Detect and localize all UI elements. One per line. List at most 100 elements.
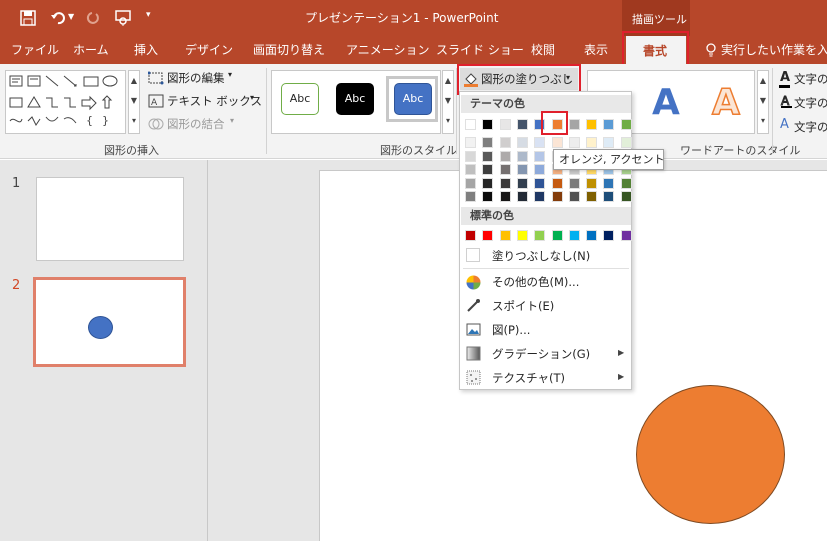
- theme-color-swatch[interactable]: [586, 119, 598, 130]
- customize-qat-icon[interactable]: ▾: [146, 10, 151, 20]
- theme-shade-swatch[interactable]: [516, 191, 528, 202]
- tab-design[interactable]: デザイン: [185, 36, 233, 64]
- theme-shade-swatch[interactable]: [465, 137, 476, 148]
- text-box-dropdown-icon[interactable]: ▾: [250, 93, 254, 102]
- theme-shade-swatch[interactable]: [620, 191, 632, 202]
- theme-shade-swatch[interactable]: [551, 191, 563, 202]
- tab-insert[interactable]: 挿入: [134, 36, 158, 64]
- edit-shape-dropdown-icon[interactable]: ▾: [228, 70, 232, 79]
- theme-shade-swatch[interactable]: [465, 191, 476, 202]
- wordart-preset-orange[interactable]: A: [711, 82, 740, 124]
- text-fill-button[interactable]: 文字の: [794, 71, 827, 87]
- theme-shade-swatch[interactable]: [499, 150, 511, 162]
- theme-color-swatch[interactable]: [620, 119, 632, 130]
- tab-home[interactable]: ホーム: [73, 36, 109, 64]
- theme-shade-swatch[interactable]: [465, 164, 476, 175]
- theme-shade-swatch[interactable]: [499, 137, 511, 148]
- slide-thumbnail-1[interactable]: [36, 177, 184, 261]
- theme-shade-swatch[interactable]: [482, 137, 494, 148]
- no-fill-item[interactable]: 塗りつぶしなし(N): [460, 245, 631, 267]
- shape-style-preset-2[interactable]: Abc: [336, 83, 374, 115]
- standard-color-swatch[interactable]: [586, 230, 598, 241]
- texture-item[interactable]: テクスチャ(T): [460, 367, 631, 389]
- theme-shade-swatch[interactable]: [534, 137, 546, 148]
- theme-shade-swatch[interactable]: [516, 164, 528, 175]
- theme-shade-swatch[interactable]: [551, 137, 563, 148]
- theme-shade-swatch[interactable]: [568, 177, 580, 189]
- theme-shade-swatch[interactable]: [586, 177, 598, 189]
- theme-shade-swatch[interactable]: [586, 191, 598, 202]
- theme-shade-swatch[interactable]: [516, 150, 528, 162]
- shapes-gallery-scroll[interactable]: ▲ ▼ ▾: [128, 70, 140, 134]
- tab-review[interactable]: 校閲: [531, 36, 555, 64]
- selected-circle-shape[interactable]: [636, 385, 785, 524]
- eyedropper-item[interactable]: スポイト(E): [460, 295, 631, 317]
- slide-thumbnail-2[interactable]: [33, 277, 186, 367]
- theme-color-swatch[interactable]: [603, 119, 615, 130]
- standard-color-swatch[interactable]: [620, 230, 632, 241]
- wordart-preset-blue[interactable]: A: [652, 83, 680, 123]
- theme-shade-swatch[interactable]: [482, 191, 494, 202]
- save-icon[interactable]: [20, 10, 36, 26]
- text-box-button[interactable]: テキスト ボックス: [167, 93, 262, 109]
- tell-me-box[interactable]: 実行したい作業を入力: [721, 36, 827, 64]
- theme-shade-swatch[interactable]: [499, 177, 511, 189]
- theme-shade-swatch[interactable]: [620, 137, 632, 148]
- theme-shade-swatch[interactable]: [603, 137, 615, 148]
- theme-shade-swatch[interactable]: [551, 177, 563, 189]
- theme-color-swatch[interactable]: [499, 119, 511, 130]
- text-effects-button[interactable]: 文字の: [794, 119, 827, 135]
- theme-shade-swatch[interactable]: [534, 164, 546, 175]
- standard-color-swatch[interactable]: [551, 230, 563, 241]
- theme-color-swatch[interactable]: [465, 119, 476, 130]
- theme-shade-swatch[interactable]: [516, 177, 528, 189]
- theme-shade-swatch[interactable]: [465, 177, 476, 189]
- standard-color-swatch[interactable]: [568, 230, 580, 241]
- theme-shade-swatch[interactable]: [534, 177, 546, 189]
- shape-styles-scroll[interactable]: ▲ ▼ ▾: [442, 70, 454, 134]
- theme-shade-swatch[interactable]: [499, 164, 511, 175]
- merge-shapes-button[interactable]: 図形の結合: [167, 116, 225, 132]
- theme-shade-swatch[interactable]: [516, 137, 528, 148]
- standard-color-swatch[interactable]: [482, 230, 494, 241]
- theme-shade-swatch[interactable]: [499, 191, 511, 202]
- text-outline-button[interactable]: 文字の: [794, 95, 827, 111]
- standard-color-swatch[interactable]: [534, 230, 546, 241]
- tab-slideshow[interactable]: スライド ショー: [436, 36, 524, 64]
- theme-color-swatch[interactable]: [568, 119, 580, 130]
- present-icon[interactable]: [114, 9, 132, 27]
- theme-color-swatch[interactable]: [482, 119, 494, 130]
- theme-shade-swatch[interactable]: [568, 191, 580, 202]
- undo-icon[interactable]: [50, 10, 66, 26]
- tab-animations[interactable]: アニメーション: [346, 36, 430, 64]
- theme-shade-swatch[interactable]: [586, 137, 598, 148]
- theme-shade-swatch[interactable]: [603, 177, 615, 189]
- more-colors-item[interactable]: その他の色(M)...: [460, 271, 631, 293]
- standard-color-swatch[interactable]: [603, 230, 615, 241]
- theme-shade-swatch[interactable]: [603, 191, 615, 202]
- shape-style-preset-1[interactable]: Abc: [281, 83, 319, 115]
- edit-shape-button[interactable]: 図形の編集: [167, 70, 225, 86]
- redo-icon[interactable]: [84, 10, 100, 26]
- theme-shade-swatch[interactable]: [482, 177, 494, 189]
- theme-shade-swatch[interactable]: [534, 150, 546, 162]
- theme-shade-swatch[interactable]: [568, 137, 580, 148]
- theme-shade-swatch[interactable]: [534, 191, 546, 202]
- shape-style-preset-3[interactable]: Abc: [394, 83, 432, 115]
- standard-color-swatch[interactable]: [516, 230, 528, 241]
- theme-color-swatch[interactable]: [516, 119, 528, 130]
- undo-dropdown-icon[interactable]: ▼: [68, 12, 74, 21]
- theme-shade-swatch[interactable]: [482, 164, 494, 175]
- standard-color-swatch[interactable]: [499, 230, 511, 241]
- shapes-gallery[interactable]: { }: [5, 70, 126, 134]
- picture-fill-item[interactable]: 図(P)...: [460, 319, 631, 341]
- merge-dropdown-icon[interactable]: ▾: [230, 116, 234, 125]
- tab-file[interactable]: ファイル: [11, 36, 59, 64]
- wordart-scroll[interactable]: ▲ ▼ ▾: [757, 70, 769, 134]
- theme-shade-swatch[interactable]: [482, 150, 494, 162]
- standard-color-swatch[interactable]: [465, 230, 476, 241]
- theme-shade-swatch[interactable]: [620, 177, 632, 189]
- theme-shade-swatch[interactable]: [465, 150, 476, 162]
- gradient-item[interactable]: グラデーション(G): [460, 343, 631, 365]
- tab-view[interactable]: 表示: [584, 36, 608, 64]
